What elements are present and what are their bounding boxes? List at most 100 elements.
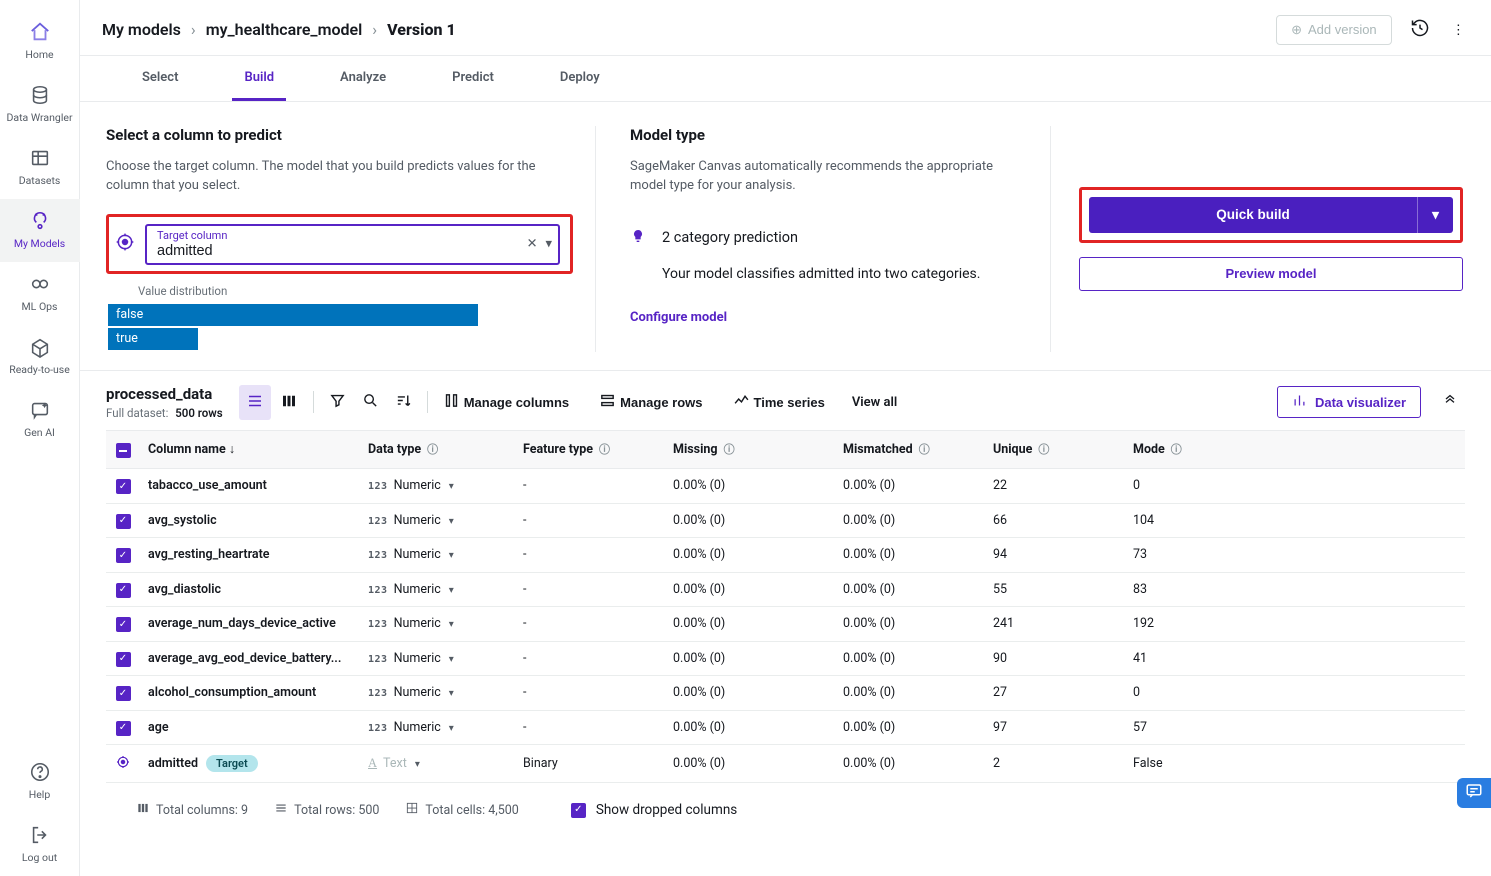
tab-build[interactable]: Build bbox=[232, 56, 286, 101]
row-check[interactable] bbox=[106, 607, 140, 642]
checkbox-checked-icon[interactable] bbox=[116, 652, 131, 667]
sidebar-item-help[interactable]: Help bbox=[0, 750, 80, 813]
chevron-down-icon[interactable]: ▾ bbox=[415, 759, 420, 770]
data-footer: Total columns: 9 Total rows: 500 Total c… bbox=[106, 783, 1465, 837]
checkbox-checked-icon[interactable] bbox=[116, 548, 131, 563]
chevron-down-icon[interactable]: ▾ bbox=[449, 688, 454, 699]
sidebar-label: Datasets bbox=[19, 174, 61, 187]
info-icon[interactable]: ⓘ bbox=[724, 443, 735, 456]
row-check[interactable] bbox=[106, 641, 140, 676]
checkbox-checked-icon[interactable] bbox=[116, 479, 131, 494]
sidebar-item-logout[interactable]: Log out bbox=[0, 813, 80, 876]
history-button[interactable] bbox=[1406, 14, 1434, 45]
cell-feature-type: - bbox=[515, 676, 665, 711]
tab-select[interactable]: Select bbox=[130, 56, 190, 101]
select-column-panel: Select a column to predict Choose the ta… bbox=[80, 126, 596, 352]
cell-column-name: average_avg_eod_device_battery... bbox=[140, 641, 360, 676]
configure-model-link[interactable]: Configure model bbox=[630, 310, 727, 325]
view-all-link[interactable]: View all bbox=[852, 395, 897, 410]
cell-data-type[interactable]: 123Numeric▾ bbox=[360, 641, 515, 676]
cell-missing: 0.00% (0) bbox=[665, 503, 835, 538]
checkbox-checked-icon[interactable] bbox=[116, 721, 131, 736]
sidebar-item-mlops[interactable]: ML Ops bbox=[0, 262, 80, 325]
sidebar-item-ready-to-use[interactable]: Ready-to-use bbox=[0, 325, 80, 388]
collapse-button[interactable] bbox=[1435, 386, 1465, 419]
cell-data-type[interactable]: 123Numeric▾ bbox=[360, 710, 515, 745]
rows-icon bbox=[599, 392, 616, 412]
sidebar-item-gen-ai[interactable]: Gen AI bbox=[0, 388, 80, 451]
sort-button[interactable] bbox=[388, 385, 419, 419]
info-icon[interactable]: ⓘ bbox=[919, 443, 930, 456]
quick-build-button[interactable]: Quick build ▾ bbox=[1089, 197, 1453, 233]
info-icon[interactable]: ⓘ bbox=[599, 443, 610, 456]
list-view-button[interactable] bbox=[239, 385, 271, 420]
clear-icon[interactable]: ✕ bbox=[527, 237, 538, 252]
checkbox-checked-icon[interactable] bbox=[116, 514, 131, 529]
more-button[interactable]: ⋮ bbox=[1448, 18, 1469, 42]
target-controls: ✕ ▾ bbox=[527, 237, 552, 252]
data-visualizer-button[interactable]: Data visualizer bbox=[1277, 386, 1421, 418]
chevron-down-icon[interactable]: ▾ bbox=[449, 516, 454, 527]
target-column-field[interactable]: Target column ✕ ▾ bbox=[145, 224, 560, 265]
row-check[interactable] bbox=[106, 503, 140, 538]
chevron-down-icon[interactable]: ▾ bbox=[545, 237, 552, 252]
row-check[interactable] bbox=[106, 538, 140, 573]
breadcrumb-root[interactable]: My models bbox=[102, 20, 181, 39]
chat-fab[interactable] bbox=[1457, 778, 1491, 808]
grid-view-button[interactable] bbox=[273, 385, 305, 420]
info-icon[interactable]: ⓘ bbox=[1171, 443, 1182, 456]
cell-missing: 0.00% (0) bbox=[665, 469, 835, 504]
cell-mode: 57 bbox=[1125, 710, 1465, 745]
preview-model-button[interactable]: Preview model bbox=[1079, 257, 1463, 291]
manage-columns-label: Manage columns bbox=[464, 395, 569, 410]
chevron-down-icon[interactable]: ▾ bbox=[449, 654, 454, 665]
cell-data-type[interactable]: AText▾ bbox=[360, 745, 515, 783]
sidebar-item-my-models[interactable]: My Models bbox=[0, 199, 80, 262]
checkbox-checked-icon[interactable] bbox=[116, 686, 131, 701]
chevron-down-icon[interactable]: ▾ bbox=[1417, 197, 1453, 233]
row-check[interactable] bbox=[106, 676, 140, 711]
sidebar-item-home[interactable]: Home bbox=[0, 10, 80, 73]
sidebar-item-data-wrangler[interactable]: Data Wrangler bbox=[0, 73, 80, 136]
checkbox-checked-icon[interactable] bbox=[116, 583, 131, 598]
cell-data-type[interactable]: 123Numeric▾ bbox=[360, 607, 515, 642]
row-check[interactable] bbox=[106, 572, 140, 607]
breadcrumb-model[interactable]: my_healthcare_model bbox=[206, 20, 363, 39]
chevron-down-icon[interactable]: ▾ bbox=[449, 550, 454, 561]
cell-mismatched: 0.00% (0) bbox=[835, 710, 985, 745]
sidebar-label: Data Wrangler bbox=[7, 111, 73, 124]
search-button[interactable] bbox=[355, 385, 386, 419]
row-check[interactable] bbox=[106, 469, 140, 504]
info-icon[interactable]: ⓘ bbox=[427, 443, 438, 456]
select-all-header[interactable] bbox=[106, 430, 140, 469]
cell-mode: 83 bbox=[1125, 572, 1465, 607]
cell-missing: 0.00% (0) bbox=[665, 572, 835, 607]
chevron-down-icon[interactable]: ▾ bbox=[449, 481, 454, 492]
target-column-input[interactable] bbox=[157, 243, 550, 259]
manage-columns-button[interactable]: Manage columns bbox=[436, 385, 590, 419]
chevron-down-icon[interactable]: ▾ bbox=[449, 723, 454, 734]
cell-column-name: age bbox=[140, 710, 360, 745]
cell-data-type[interactable]: 123Numeric▾ bbox=[360, 503, 515, 538]
checkbox-checked-icon[interactable] bbox=[116, 617, 131, 632]
plus-circle-icon: ⊕ bbox=[1291, 22, 1302, 38]
tab-deploy[interactable]: Deploy bbox=[548, 56, 612, 101]
cell-data-type[interactable]: 123Numeric▾ bbox=[360, 676, 515, 711]
chevron-down-icon[interactable]: ▾ bbox=[449, 585, 454, 596]
add-version-button[interactable]: ⊕ Add version bbox=[1276, 15, 1392, 45]
time-series-button[interactable]: Time series bbox=[726, 385, 846, 419]
th-column-name[interactable]: Column name ↓ bbox=[140, 430, 360, 469]
row-check[interactable] bbox=[106, 710, 140, 745]
tab-predict[interactable]: Predict bbox=[440, 56, 506, 101]
filter-button[interactable] bbox=[322, 385, 353, 419]
show-dropped-toggle[interactable]: Show dropped columns bbox=[571, 802, 737, 818]
sidebar-item-datasets[interactable]: Datasets bbox=[0, 136, 80, 199]
divider bbox=[427, 391, 428, 413]
cell-data-type[interactable]: 123Numeric▾ bbox=[360, 469, 515, 504]
cell-data-type[interactable]: 123Numeric▾ bbox=[360, 572, 515, 607]
chevron-down-icon[interactable]: ▾ bbox=[449, 619, 454, 630]
manage-rows-button[interactable]: Manage rows bbox=[592, 385, 723, 419]
cell-data-type[interactable]: 123Numeric▾ bbox=[360, 538, 515, 573]
info-icon[interactable]: ⓘ bbox=[1038, 443, 1049, 456]
tab-analyze[interactable]: Analyze bbox=[328, 56, 398, 101]
